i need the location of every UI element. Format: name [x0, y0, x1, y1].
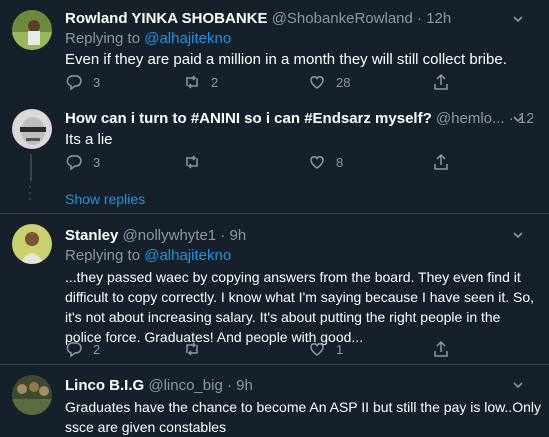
tweet-text: ...they passed waec by copying answers f… [65, 267, 535, 347]
display-name[interactable]: Rowland YINKA SHOBANKE [65, 10, 268, 27]
reply-icon [66, 155, 82, 171]
separator: · [226, 377, 232, 394]
replying-to: Replying to @alhajitekno [65, 29, 533, 49]
user-handle[interactable]: @nollywhyte1 [123, 227, 217, 244]
tweet-text: Graduates have the chance to become An A… [65, 397, 542, 437]
tweet-text-line: ssce are given constables [65, 419, 227, 435]
tweet[interactable]: Stanley @nollywhyte1 · 9h Replying to @a… [0, 214, 549, 364]
thread-dots [27, 186, 33, 204]
share-button[interactable] [432, 339, 450, 359]
reply-button[interactable]: 3 [65, 72, 100, 92]
tweet-header: How can i turn to #ANINI so i can #Endsa… [65, 109, 533, 129]
user-handle[interactable]: @linco_big [148, 377, 222, 394]
tweet[interactable]: Linco B.I.G @linco_big · 9h Graduates ha… [0, 365, 549, 435]
retweet-count: 2 [211, 74, 219, 90]
separator: · [220, 227, 226, 244]
replying-to: Replying to @alhajitekno [65, 246, 533, 266]
retweet-icon [186, 155, 198, 169]
like-count: 28 [336, 74, 351, 90]
chevron-down-icon[interactable] [509, 226, 527, 244]
share-icon [434, 73, 448, 90]
tweet-text-line: difficult to copy correctly. I know what… [65, 289, 535, 305]
reply-count: 3 [93, 74, 101, 90]
user-handle[interactable]: @hemlo... [436, 110, 505, 127]
retweet-button[interactable] [183, 339, 201, 359]
timestamp[interactable]: 12h [426, 10, 451, 27]
timestamp[interactable]: 9h [236, 377, 253, 394]
replying-to-label: Replying to [65, 30, 141, 47]
avatar[interactable] [12, 375, 52, 415]
reply-button[interactable]: 3 [65, 152, 100, 172]
reply-button[interactable]: 2 [65, 339, 100, 359]
tweet-text-line: Graduates have the chance to become An A… [65, 399, 542, 415]
tweet-header: Rowland YINKA SHOBANKE @ShobankeRowland … [65, 9, 533, 29]
replying-to-link[interactable]: @alhajitekno [144, 247, 231, 264]
tweet[interactable]: How can i turn to #ANINI so i can #Endsa… [0, 100, 549, 213]
tweet-text-line: it's not about increasing salary. It's a… [65, 309, 501, 325]
user-handle[interactable]: @ShobankeRowland [272, 10, 413, 27]
chevron-down-icon[interactable] [509, 10, 527, 28]
heart-icon [310, 156, 324, 169]
retweet-icon [186, 342, 198, 356]
chevron-down-icon[interactable] [509, 110, 527, 128]
avatar[interactable] [12, 10, 52, 50]
like-button[interactable]: 28 [308, 72, 350, 92]
tweet[interactable]: Rowland YINKA SHOBANKE @ShobankeRowland … [0, 0, 549, 100]
retweet-button[interactable]: 2 [183, 72, 218, 92]
retweet-button[interactable] [183, 152, 201, 172]
display-name[interactable]: Linco B.I.G [65, 377, 144, 394]
reply-icon [66, 342, 82, 358]
display-name[interactable]: Stanley [65, 227, 118, 244]
reply-count: 3 [93, 154, 101, 170]
tweet-text-line: ...they passed waec by copying answers f… [65, 269, 521, 285]
share-icon [434, 340, 448, 357]
heart-icon [310, 343, 324, 356]
like-count: 1 [336, 341, 344, 357]
avatar[interactable] [12, 109, 52, 149]
retweet-icon [186, 75, 198, 89]
heart-icon [310, 76, 324, 89]
avatar[interactable] [12, 224, 52, 264]
share-icon [434, 153, 448, 170]
replying-to-label: Replying to [65, 247, 141, 264]
tweet-text: Even if they are paid a million in a mon… [65, 51, 507, 68]
share-button[interactable] [432, 72, 450, 92]
like-button[interactable]: 1 [308, 339, 343, 359]
reply-icon [66, 75, 82, 91]
display-name[interactable]: How can i turn to #ANINI so i can #Endsa… [65, 110, 432, 127]
chevron-down-icon[interactable] [509, 376, 527, 394]
tweet-text: Its a lie [65, 131, 113, 148]
separator: · [417, 10, 423, 27]
replying-to-link[interactable]: @alhajitekno [144, 30, 231, 47]
like-count: 8 [336, 154, 344, 170]
reply-count: 2 [93, 341, 101, 357]
thread-line [30, 154, 32, 181]
like-button[interactable]: 8 [308, 152, 343, 172]
show-replies-link[interactable]: Show replies [65, 189, 145, 209]
tweet-header: Stanley @nollywhyte1 · 9h [65, 226, 533, 246]
timestamp[interactable]: 9h [229, 227, 246, 244]
share-button[interactable] [432, 152, 450, 172]
tweet-header: Linco B.I.G @linco_big · 9h [65, 376, 533, 396]
